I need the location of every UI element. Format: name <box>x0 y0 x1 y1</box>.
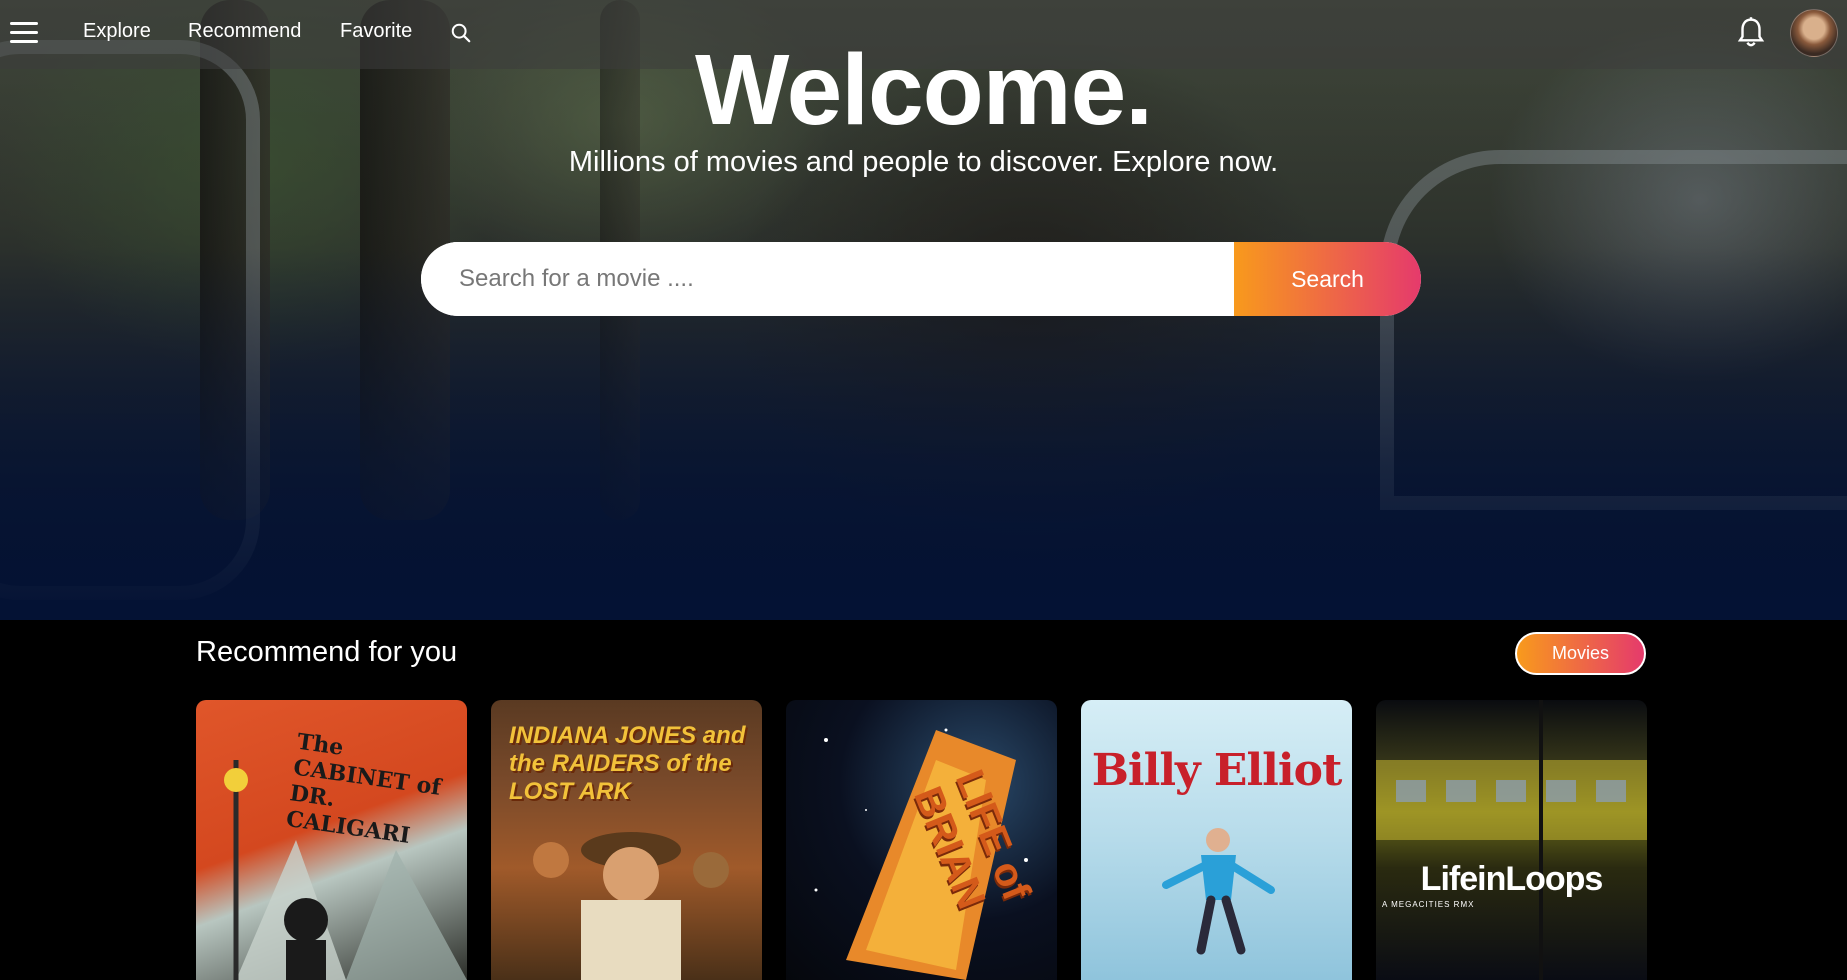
welcome-title: Welcome. <box>695 34 1153 146</box>
movie-card[interactable]: LIFE of BRIAN <box>786 700 1057 980</box>
toggle-movies-label[interactable]: Movies <box>1517 634 1644 673</box>
search-button[interactable]: Search <box>1234 242 1421 316</box>
movie-card[interactable]: LifeinLoops A MEGACITIES RMX <box>1376 700 1647 980</box>
movie-card[interactable]: The CABINET of DR. CALIGARI <box>196 700 467 980</box>
movie-poster-art <box>1376 700 1647 980</box>
movie-search-bar: Search <box>421 242 1421 316</box>
movie-poster-title: Billy Elliot <box>1091 745 1343 796</box>
section-title: Recommend for you <box>196 636 458 668</box>
movie-poster-title: INDIANA JONES and the RAIDERS of the LOS… <box>509 722 746 805</box>
movie-card[interactable]: Billy Elliot <box>1081 700 1352 980</box>
movie-poster-title: LifeinLoops <box>1420 860 1604 898</box>
movie-search-input[interactable] <box>421 242 1234 316</box>
media-type-toggle[interactable]: Movies <box>1515 632 1646 675</box>
movie-poster-subtitle: A MEGACITIES RMX <box>1382 900 1475 909</box>
welcome-subtitle: Millions of movies and people to discove… <box>568 146 1279 178</box>
movie-card[interactable]: INDIANA JONES and the RAIDERS of the LOS… <box>491 700 762 980</box>
movie-poster-art <box>1162 828 1275 955</box>
